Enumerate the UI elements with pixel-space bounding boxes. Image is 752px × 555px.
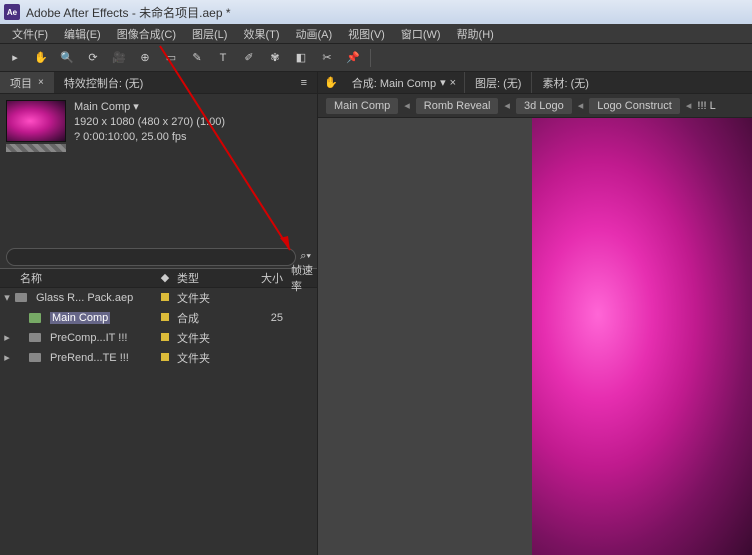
folder-icon [14, 291, 28, 305]
breadcrumb-item[interactable]: Main Comp [326, 98, 398, 114]
comp-breadcrumb: Main Comp ◂ Romb Reveal ◂ 3d Logo ◂ Logo… [318, 94, 752, 118]
col-type[interactable]: 类型 [177, 270, 247, 286]
tree-row[interactable]: ▾ Glass R... Pack.aep 文件夹 [0, 288, 317, 308]
col-tag[interactable]: ◆ [153, 271, 177, 284]
menu-composition[interactable]: 图像合成(C) [109, 26, 184, 42]
tab-project[interactable]: 项目 × [0, 72, 54, 93]
toolbar-separator [370, 49, 371, 67]
disclosure-icon[interactable]: ▾ [0, 291, 14, 304]
tab-project-label: 项目 [10, 75, 32, 91]
folder-icon [28, 331, 42, 345]
shape-tool-icon[interactable]: ▭ [162, 49, 180, 67]
left-panel-tabs: 项目 × 特效控制台: (无) ≡ [0, 72, 317, 94]
tab-effect-controls[interactable]: 特效控制台: (无) [54, 72, 153, 93]
item-type: 文件夹 [177, 330, 247, 346]
title-bar: Ae Adobe After Effects - 未命名项目.aep * [0, 0, 752, 24]
rendered-frame [532, 118, 752, 555]
layer-viewer-label[interactable]: 图层: (无) [464, 72, 531, 93]
hand-tool-icon[interactable]: ✋ [32, 49, 50, 67]
footage-viewer-label[interactable]: 素材: (无) [531, 72, 598, 93]
label-color[interactable] [153, 312, 177, 324]
zoom-tool-icon[interactable]: 🔍 [58, 49, 76, 67]
label-color[interactable] [153, 332, 177, 344]
project-info: Main Comp ▾ 1920 x 1080 (480 x 270) (1.0… [0, 94, 317, 158]
item-name: PreRend...TE !!! [46, 352, 153, 364]
item-size: 25 [247, 312, 287, 324]
item-name: PreComp...IT !!! [46, 332, 153, 344]
tab-fx-label: 特效控制台: (无) [64, 75, 143, 91]
comp-name[interactable]: Main Comp ▾ [74, 100, 225, 115]
comp-dropdown[interactable]: 合成: Main Comp ▾ × [344, 75, 464, 91]
tab-close-icon[interactable]: × [38, 77, 44, 88]
camera-tool-icon[interactable]: 🎥 [110, 49, 128, 67]
menu-animation[interactable]: 动画(A) [288, 26, 341, 42]
tree-row[interactable]: ▸ PreRend...TE !!! 文件夹 [0, 348, 317, 368]
comp-dimensions: 1920 x 1080 (480 x 270) (1.00) [74, 115, 225, 130]
col-name[interactable]: 名称 [16, 270, 153, 286]
selection-tool-icon[interactable]: ▸ [6, 49, 24, 67]
chevron-left-icon: ◂ [686, 99, 692, 112]
brush-tool-icon[interactable]: ✐ [240, 49, 258, 67]
workspace: 项目 × 特效控制台: (无) ≡ Main Comp ▾ 1920 x 108… [0, 72, 752, 555]
pen-tool-icon[interactable]: ✎ [188, 49, 206, 67]
breadcrumb-item[interactable]: 3d Logo [516, 98, 572, 114]
app-icon: Ae [4, 4, 20, 20]
puppet-tool-icon[interactable]: 📌 [344, 49, 362, 67]
chevron-left-icon: ◂ [578, 99, 584, 112]
pan-behind-tool-icon[interactable]: ⊕ [136, 49, 154, 67]
label-color[interactable] [153, 292, 177, 304]
breadcrumb-item[interactable]: Romb Reveal [416, 98, 499, 114]
comp-icon [28, 311, 42, 325]
composition-panel: ✋ 合成: Main Comp ▾ × 图层: (无) 素材: (无) Main… [318, 72, 752, 555]
hand-icon[interactable]: ✋ [318, 76, 344, 89]
folder-icon [28, 351, 42, 365]
text-tool-icon[interactable]: T [214, 49, 232, 67]
breadcrumb-item[interactable]: !!! L [697, 100, 715, 112]
close-icon[interactable]: × [450, 77, 456, 89]
label-color[interactable] [153, 352, 177, 364]
tree-row[interactable]: Main Comp 合成25 [0, 308, 317, 328]
alpha-strip [6, 144, 66, 152]
menu-edit[interactable]: 编辑(E) [56, 26, 109, 42]
composition-viewer[interactable] [318, 118, 752, 555]
disclosure-icon[interactable]: ▸ [0, 351, 14, 364]
comp-duration: ? 0:00:10:00, 25.00 fps [74, 130, 225, 145]
menu-layer[interactable]: 图层(L) [184, 26, 235, 42]
item-type: 文件夹 [177, 290, 247, 306]
toolbar: ▸ ✋ 🔍 ⟳ 🎥 ⊕ ▭ ✎ T ✐ ✾ ◧ ✂ 📌 [0, 44, 752, 72]
comp-thumbnail[interactable] [6, 100, 66, 142]
comp-meta: Main Comp ▾ 1920 x 1080 (480 x 270) (1.0… [74, 100, 225, 152]
chevron-left-icon: ◂ [504, 99, 510, 112]
panel-menu-icon[interactable]: ≡ [291, 72, 317, 93]
project-tree[interactable]: ▾ Glass R... Pack.aep 文件夹 Main Comp 合成25 ▸ Pre… [0, 288, 317, 376]
disclosure-icon[interactable]: ▸ [0, 331, 14, 344]
item-name: Main Comp [46, 312, 153, 324]
menu-effect[interactable]: 效果(T) [235, 26, 287, 42]
breadcrumb-item[interactable]: Logo Construct [589, 98, 680, 114]
roto-tool-icon[interactable]: ✂ [318, 49, 336, 67]
comp-panel-header: ✋ 合成: Main Comp ▾ × 图层: (无) 素材: (无) [318, 72, 752, 94]
columns-header: 名称 ◆ 类型 大小 帧速率 [0, 268, 317, 288]
menu-help[interactable]: 帮助(H) [449, 26, 502, 42]
rotate-tool-icon[interactable]: ⟳ [84, 49, 102, 67]
menu-view[interactable]: 视图(V) [340, 26, 393, 42]
col-size[interactable]: 大小 [247, 270, 287, 286]
menu-bar: 文件(F) 编辑(E) 图像合成(C) 图层(L) 效果(T) 动画(A) 视图… [0, 24, 752, 44]
menu-window[interactable]: 窗口(W) [393, 26, 449, 42]
search-row: ⌕▾ [0, 246, 317, 268]
thumb-wrap [6, 100, 66, 152]
window-title: Adobe After Effects - 未命名项目.aep * [26, 4, 231, 21]
project-panel: 项目 × 特效控制台: (无) ≡ Main Comp ▾ 1920 x 108… [0, 72, 318, 555]
item-type: 合成 [177, 310, 247, 326]
comp-dropdown-label: 合成: Main Comp [352, 75, 436, 91]
dropdown-icon: ▾ [440, 76, 446, 89]
item-name: Glass R... Pack.aep [32, 292, 153, 304]
clone-tool-icon[interactable]: ✾ [266, 49, 284, 67]
search-input[interactable] [6, 248, 296, 266]
chevron-left-icon: ◂ [404, 99, 410, 112]
item-type: 文件夹 [177, 350, 247, 366]
menu-file[interactable]: 文件(F) [4, 26, 56, 42]
tree-row[interactable]: ▸ PreComp...IT !!! 文件夹 [0, 328, 317, 348]
eraser-tool-icon[interactable]: ◧ [292, 49, 310, 67]
